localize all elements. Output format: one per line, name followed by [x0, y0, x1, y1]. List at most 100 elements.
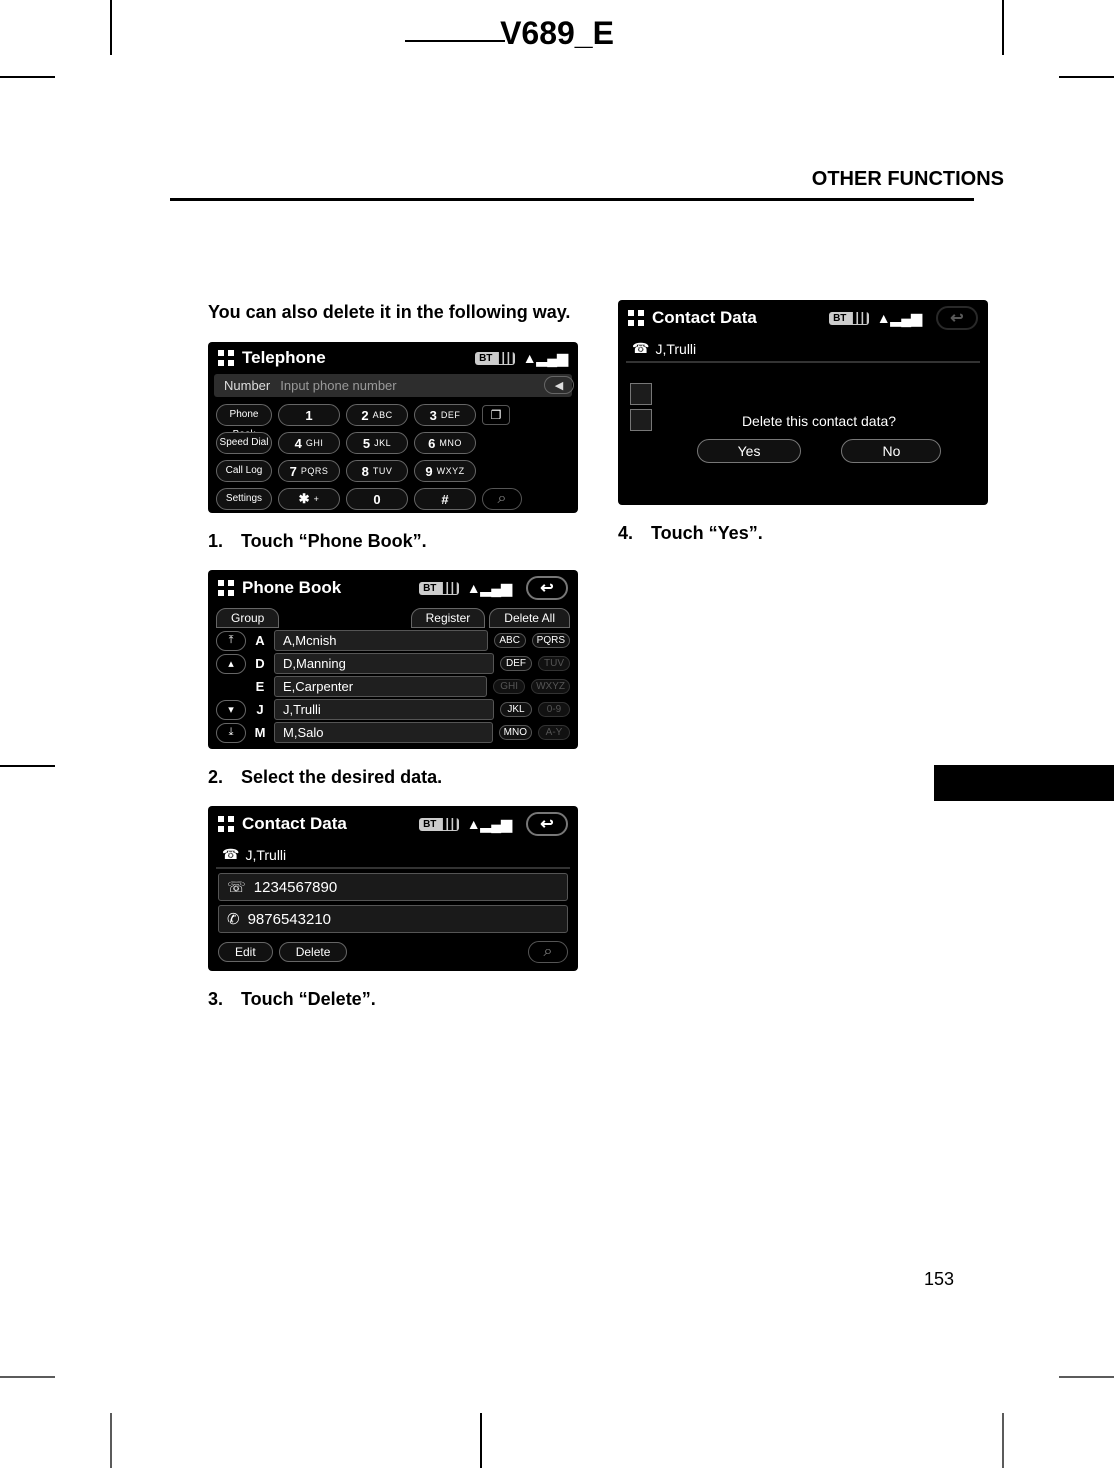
- keypad-key[interactable]: 0: [346, 488, 408, 510]
- filter-button[interactable]: JKL: [500, 702, 532, 717]
- intro-paragraph: You can also delete it in the following …: [208, 300, 578, 324]
- number-input-row: Number Input phone number ◀: [214, 374, 572, 397]
- phone-type-icon: ☏: [227, 878, 246, 896]
- contact-list-item[interactable]: A,Mcnish: [274, 630, 488, 651]
- tab-delete-all[interactable]: Delete All: [489, 608, 570, 628]
- filter-button: 0-9: [538, 702, 570, 717]
- tab-register[interactable]: Register: [411, 608, 486, 628]
- confirm-message: Delete this contact data?: [662, 409, 976, 439]
- index-letter: E: [252, 679, 268, 694]
- phone-number-value: 9876543210: [248, 911, 331, 928]
- keypad-key[interactable]: 7PQRS: [278, 460, 340, 482]
- contact-list-item[interactable]: M,Salo: [274, 722, 493, 743]
- keypad-key[interactable]: 3DEF: [414, 404, 476, 426]
- index-letter: M: [252, 725, 268, 740]
- side-button[interactable]: Phone Book: [216, 404, 272, 426]
- phone-number-value: 1234567890: [254, 879, 337, 896]
- phone-number-entry[interactable]: ☏ 1234567890: [218, 873, 568, 901]
- index-letter: J: [252, 702, 268, 717]
- hangup-icon[interactable]: ⌕: [528, 941, 568, 963]
- number-label: Number: [224, 378, 270, 393]
- step-2: 2. Select the desired data.: [208, 767, 578, 788]
- scroll-arrow[interactable]: ▴: [216, 654, 246, 674]
- signal-icon: ▲▂▄▆: [467, 816, 512, 833]
- backspace-button[interactable]: ◀: [544, 376, 574, 394]
- back-button[interactable]: ↩: [526, 812, 568, 836]
- screenshot-contact-data: Contact Data BT▐▐▐ ▲▂▄▆ ↩ ☎ J,Trulli ☏ 12…: [208, 806, 578, 971]
- page-number: 153: [924, 1269, 954, 1290]
- filter-button[interactable]: DEF: [500, 656, 532, 671]
- keypad-key[interactable]: #: [414, 488, 476, 510]
- apps-icon: [218, 816, 234, 832]
- screen-title: Contact Data: [652, 308, 757, 328]
- yes-button[interactable]: Yes: [697, 439, 802, 463]
- signal-icon: ▲▂▄▆: [467, 580, 512, 597]
- screenshot-telephone: Telephone BT▐▐▐ ▲▂▄▆ Number Input phone …: [208, 342, 578, 513]
- contact-list-item[interactable]: D,Manning: [274, 653, 494, 674]
- side-button[interactable]: Call Log: [216, 460, 272, 482]
- apps-icon: [218, 350, 234, 366]
- contact-name: J,Trulli: [245, 847, 286, 863]
- scroll-arrow[interactable]: ⤒: [216, 631, 246, 651]
- filter-button: GHI: [493, 679, 525, 694]
- signal-icon: ▲▂▄▆: [523, 350, 568, 367]
- right-column: Contact Data BT▐▐▐ ▲▂▄▆ ↩ ☎ J,Trulli: [618, 300, 988, 1010]
- filter-button: TUV: [538, 656, 570, 671]
- filter-button: A-Y: [538, 725, 570, 740]
- phone-type-icon: ✆: [227, 910, 240, 928]
- keypad-key[interactable]: 2ABC: [346, 404, 408, 426]
- signal-icon: ▲▂▄▆: [877, 310, 922, 327]
- bt-badge: BT▐▐▐: [419, 582, 459, 595]
- apps-icon: [218, 580, 234, 596]
- side-button[interactable]: Settings: [216, 488, 272, 510]
- keypad-key[interactable]: 8TUV: [346, 460, 408, 482]
- contact-name: J,Trulli: [655, 341, 696, 357]
- screenshot-confirm-delete: Contact Data BT▐▐▐ ▲▂▄▆ ↩ ☎ J,Trulli: [618, 300, 988, 505]
- bt-badge: BT▐▐▐: [475, 352, 515, 365]
- left-column: You can also delete it in the following …: [208, 300, 578, 1010]
- filter-button[interactable]: PQRS: [532, 633, 570, 648]
- keypad-key[interactable]: 5JKL: [346, 432, 408, 454]
- keypad-key[interactable]: 6MNO: [414, 432, 476, 454]
- keypad-key[interactable]: 4GHI: [278, 432, 340, 454]
- phone-type-icon: [630, 383, 652, 405]
- person-icon: ☎: [632, 340, 649, 357]
- side-button[interactable]: Speed Dial: [216, 432, 272, 454]
- step-3: 3. Touch “Delete”.: [208, 989, 578, 1010]
- step-4: 4. Touch “Yes”.: [618, 523, 988, 544]
- bt-badge: BT▐▐▐: [829, 312, 869, 325]
- window-icon[interactable]: ❐: [482, 405, 510, 425]
- number-placeholder[interactable]: Input phone number: [280, 378, 396, 393]
- hangup-icon[interactable]: ⌕: [482, 488, 522, 510]
- keypad-key[interactable]: ✱+: [278, 488, 340, 510]
- document-header: V689_E: [0, 15, 1114, 52]
- index-letter: D: [252, 656, 268, 671]
- back-button-disabled: ↩: [936, 306, 978, 330]
- scroll-arrow[interactable]: ⤓: [216, 723, 246, 743]
- phone-type-icon: [630, 409, 652, 431]
- apps-icon: [628, 310, 644, 326]
- contact-list-item[interactable]: J,Trulli: [274, 699, 494, 720]
- edit-button[interactable]: Edit: [218, 942, 273, 962]
- person-icon: ☎: [222, 846, 239, 863]
- screenshot-phonebook: Phone Book BT▐▐▐ ▲▂▄▆ ↩ Group Register D…: [208, 570, 578, 749]
- section-rule: [170, 198, 974, 201]
- tab-group[interactable]: Group: [216, 608, 279, 628]
- filter-button[interactable]: MNO: [499, 725, 532, 740]
- screen-title: Telephone: [242, 348, 326, 368]
- contact-list-item[interactable]: E,Carpenter: [274, 676, 487, 697]
- screen-title: Phone Book: [242, 578, 341, 598]
- filter-button: WXYZ: [531, 679, 570, 694]
- keypad-key[interactable]: 1: [278, 404, 340, 426]
- scroll-arrow[interactable]: ▾: [216, 700, 246, 720]
- delete-button[interactable]: Delete: [279, 942, 348, 962]
- bt-badge: BT▐▐▐: [419, 818, 459, 831]
- phone-number-entry[interactable]: ✆ 9876543210: [218, 905, 568, 933]
- screen-title: Contact Data: [242, 814, 347, 834]
- keypad-key[interactable]: 9WXYZ: [414, 460, 476, 482]
- filter-button[interactable]: ABC: [494, 633, 526, 648]
- step-1: 1. Touch “Phone Book”.: [208, 531, 578, 552]
- section-header: OTHER FUNCTIONS: [170, 168, 1004, 197]
- back-button[interactable]: ↩: [526, 576, 568, 600]
- no-button[interactable]: No: [841, 439, 941, 463]
